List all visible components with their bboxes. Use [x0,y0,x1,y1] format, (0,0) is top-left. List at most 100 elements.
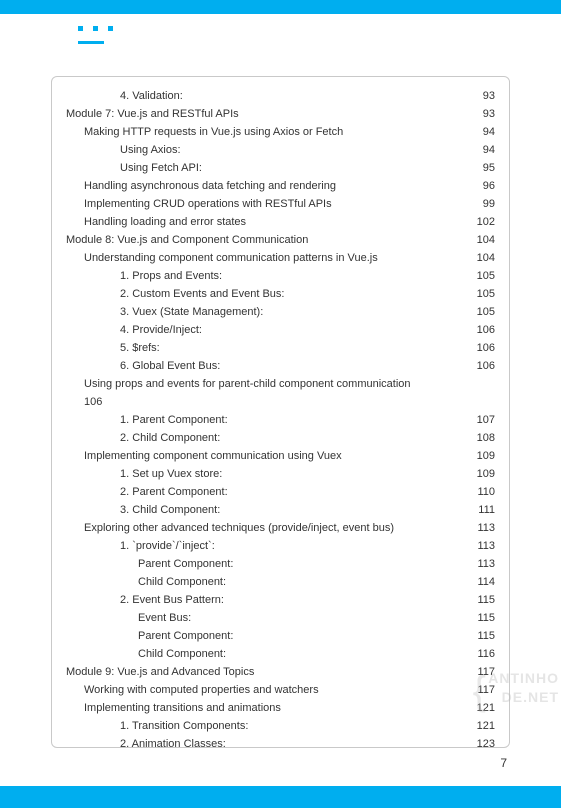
toc-page: 94 [465,145,495,156]
toc-row[interactable]: Parent Component:115 [66,627,495,645]
watermark: { ANTINHO DE.NET [488,669,559,708]
toc-row[interactable]: Using Fetch API:95 [66,159,495,177]
dot-icon [78,26,83,31]
toc-page: 113 [465,559,495,570]
toc-row[interactable]: 2. Event Bus Pattern:115 [66,591,495,609]
toc-label: 2. Parent Component: [66,487,465,498]
toc-row[interactable]: Using props and events for parent-child … [66,375,495,393]
toc-label: Exploring other advanced techniques (pro… [66,523,465,534]
toc-label: Understanding component communication pa… [66,253,465,264]
toc-label: Parent Component: [66,631,465,642]
toc-page: 115 [465,595,495,606]
header-dots [78,26,561,31]
toc-page: 106 [465,325,495,336]
brace-icon: { [473,663,487,719]
toc-label: Using props and events for parent-child … [66,379,465,390]
toc-page: 115 [465,613,495,624]
toc-page: 111 [465,505,495,516]
toc-row[interactable]: Using Axios:94 [66,141,495,159]
header-underline [78,41,104,44]
toc-label: Making HTTP requests in Vue.js using Axi… [66,127,465,138]
toc-row[interactable]: 2. Animation Classes:123 [66,735,495,753]
toc-label: Handling asynchronous data fetching and … [66,181,465,192]
toc-label: 2. Event Bus Pattern: [66,595,465,606]
toc-label: Module 9: Vue.js and Advanced Topics [66,667,465,678]
toc-row[interactable]: Making HTTP requests in Vue.js using Axi… [66,123,495,141]
toc-row[interactable]: 2. Custom Events and Event Bus:105 [66,285,495,303]
toc-page: 102 [465,217,495,228]
toc-page: 113 [465,541,495,552]
watermark-line1: ANTINHO [488,669,559,689]
top-accent-bar [0,0,561,14]
toc-page: 123 [465,739,495,750]
toc-row[interactable]: Implementing CRUD operations with RESTfu… [66,195,495,213]
toc-label: 1. Parent Component: [66,415,465,426]
toc-label: 6. Global Event Bus: [66,361,465,372]
toc-label: Implementing transitions and animations [66,703,465,714]
toc-label: Child Component: [66,577,465,588]
toc-label: Working with computed properties and wat… [66,685,465,696]
toc-page: 106 [465,361,495,372]
toc-row[interactable]: Implementing transitions and animations1… [66,699,495,717]
toc-page: 105 [465,271,495,282]
toc-page: 105 [465,307,495,318]
dot-icon [93,26,98,31]
dot-icon [108,26,113,31]
toc-page: 93 [465,91,495,102]
toc-row[interactable]: Implementing component communication usi… [66,447,495,465]
toc-page: 105 [465,289,495,300]
toc-row[interactable]: Module 9: Vue.js and Advanced Topics117 [66,663,495,681]
toc-label: Handling loading and error states [66,217,465,228]
toc-row[interactable]: Module 7: Vue.js and RESTful APIs93 [66,105,495,123]
toc-row[interactable]: 1. Transition Components:121 [66,717,495,735]
toc-row[interactable]: 6. Global Event Bus:106 [66,357,495,375]
toc-row[interactable]: 3. Child Component:111 [66,501,495,519]
toc-row[interactable]: Event Bus:115 [66,609,495,627]
toc-label: 4. Validation: [66,91,465,102]
toc-page: 96 [465,181,495,192]
toc-page: 94 [465,127,495,138]
toc-row[interactable]: 5. $refs:106 [66,339,495,357]
toc-label: 3. Vuex (State Management): [66,307,465,318]
toc-row[interactable]: Exploring other advanced techniques (pro… [66,519,495,537]
page-number: 7 [500,756,507,770]
toc-row[interactable]: 4. Provide/Inject:106 [66,321,495,339]
toc-row[interactable]: Handling loading and error states102 [66,213,495,231]
toc-label: Event Bus: [66,613,465,624]
toc-row[interactable]: 1. Set up Vuex store:109 [66,465,495,483]
toc-row[interactable]: Handling asynchronous data fetching and … [66,177,495,195]
toc-label: Parent Component: [66,559,465,570]
toc-row[interactable]: 3. Vuex (State Management):105 [66,303,495,321]
toc-page: 110 [465,487,495,498]
toc-row[interactable]: 2. Parent Component:110 [66,483,495,501]
toc-row[interactable]: 4. Validation:93 [66,87,495,105]
toc-page: 93 [465,109,495,120]
toc-page: 107 [465,415,495,426]
toc-row[interactable]: 2. Child Component:108 [66,429,495,447]
toc-page: 106 [465,343,495,354]
toc-row[interactable]: 1. Props and Events:105 [66,267,495,285]
bottom-accent-bar [0,786,561,808]
toc-label: 1. Transition Components: [66,721,465,732]
toc-row[interactable]: 1. Parent Component:107 [66,411,495,429]
toc-label: Module 8: Vue.js and Component Communica… [66,235,465,246]
toc-label: Implementing component communication usi… [66,451,465,462]
toc-row[interactable]: Child Component:116 [66,645,495,663]
toc-label: 1. `provide`/`inject`: [66,541,465,552]
toc-row[interactable]: 106 [66,393,495,411]
toc-row[interactable]: Understanding component communication pa… [66,249,495,267]
toc-label: Implementing CRUD operations with RESTfu… [66,199,465,210]
toc-row[interactable]: Parent Component:113 [66,555,495,573]
toc-row[interactable]: Working with computed properties and wat… [66,681,495,699]
toc-row[interactable]: 1. `provide`/`inject`:113 [66,537,495,555]
toc-page: 108 [465,433,495,444]
toc-row[interactable]: Module 8: Vue.js and Component Communica… [66,231,495,249]
toc-page: 115 [465,631,495,642]
toc-label: 5. $refs: [66,343,465,354]
toc-page: 113 [465,523,495,534]
toc-label: 106 [66,397,465,408]
toc-label: Using Fetch API: [66,163,465,174]
toc-label: Module 7: Vue.js and RESTful APIs [66,109,465,120]
toc-row[interactable]: Child Component:114 [66,573,495,591]
toc-page: 99 [465,199,495,210]
